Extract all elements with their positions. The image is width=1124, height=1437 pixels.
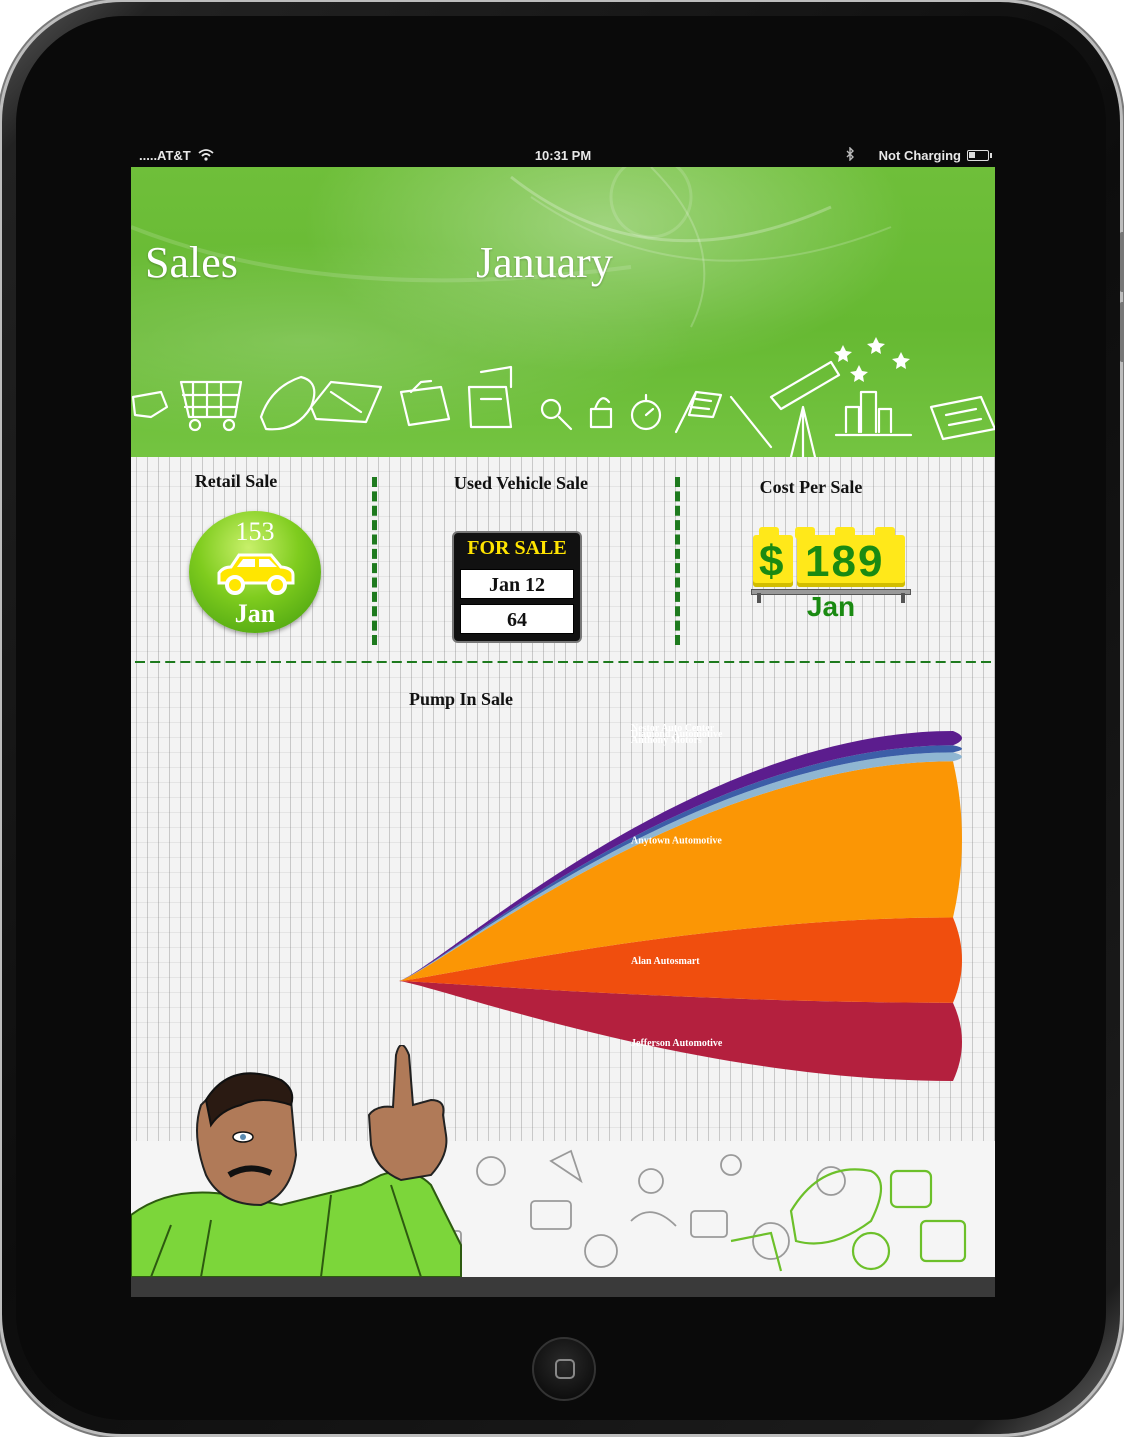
- lock-icon: [589, 397, 613, 429]
- car-sketch-icon: [259, 375, 316, 431]
- dashboard-header: Sales January: [131, 167, 995, 457]
- used-vehicle-date: Jan 12: [460, 569, 574, 599]
- bottom-bar: [131, 1277, 995, 1297]
- stopwatch-icon: [630, 393, 662, 431]
- chart-label-anytown-automotive: Anytown Automotive: [631, 835, 722, 846]
- cost-per-sale-value: 189: [805, 537, 885, 586]
- map-icon: [309, 380, 383, 424]
- board-map-icon: [929, 395, 995, 441]
- home-square-icon: [555, 1359, 575, 1379]
- race-flag-icon: [674, 390, 723, 434]
- cost-per-sale-month: Jan: [806, 591, 856, 622]
- chart-label-jefferson-automotive: Jefferson Automotive: [631, 1038, 723, 1049]
- cost-per-sale-title: Cost Per Sale: [759, 477, 863, 497]
- retail-sale-title: Retail Sale: [194, 471, 278, 491]
- telescope-icon: [769, 360, 841, 457]
- retail-sale-badge[interactable]: 153 Jan: [189, 511, 321, 633]
- cost-per-sale-sign[interactable]: $ 189 Jan: [751, 527, 911, 623]
- volume-button-lower: [1120, 302, 1124, 362]
- status-bar: .....AT&T 10:31 PM Not Charging: [131, 145, 995, 167]
- page-title: Sales: [145, 238, 238, 287]
- stars-icon: [834, 337, 910, 382]
- presenter-illustration: [131, 1045, 462, 1277]
- battery-status: Not Charging: [878, 148, 961, 163]
- retail-sale-value: 153: [235, 517, 275, 546]
- shopping-cart-icon: [179, 380, 243, 432]
- for-sale-label: FOR SALE: [467, 537, 567, 559]
- chart-label-alan-autosmart: Alan Autosmart: [631, 956, 700, 967]
- pen-icon: [729, 395, 773, 449]
- month-title: January: [476, 238, 613, 287]
- chart-label-nestor-auto-center: Nestor Auto Center: [631, 723, 715, 734]
- price-leg: [901, 593, 905, 603]
- gas-station-icon: [467, 365, 513, 429]
- puzzle-icon: [131, 390, 169, 419]
- divider-vertical-1: [372, 477, 377, 645]
- city-icon: [834, 390, 913, 437]
- price-leg: [757, 593, 761, 603]
- app-screen: .....AT&T 10:31 PM Not Charging Sales Ja…: [131, 145, 995, 1297]
- car-icon: [217, 553, 295, 595]
- bluetooth-icon: [846, 146, 855, 164]
- volume-button: [1120, 232, 1124, 292]
- header-doodles: [131, 337, 995, 457]
- used-vehicle-value: 64: [460, 604, 574, 634]
- magnifier-icon: [540, 398, 573, 431]
- retail-sale-month: Jan: [234, 599, 276, 628]
- toolbox-icon: [399, 379, 451, 427]
- for-sale-sign[interactable]: FOR SALE Jan 12 64: [452, 531, 582, 643]
- used-vehicle-sale-title: Used Vehicle Sale: [453, 473, 588, 493]
- home-button[interactable]: [532, 1337, 596, 1401]
- battery-icon: [967, 150, 992, 161]
- currency-symbol: $: [759, 537, 784, 586]
- clock: 10:31 PM: [534, 148, 592, 163]
- divider-vertical-2: [675, 477, 680, 645]
